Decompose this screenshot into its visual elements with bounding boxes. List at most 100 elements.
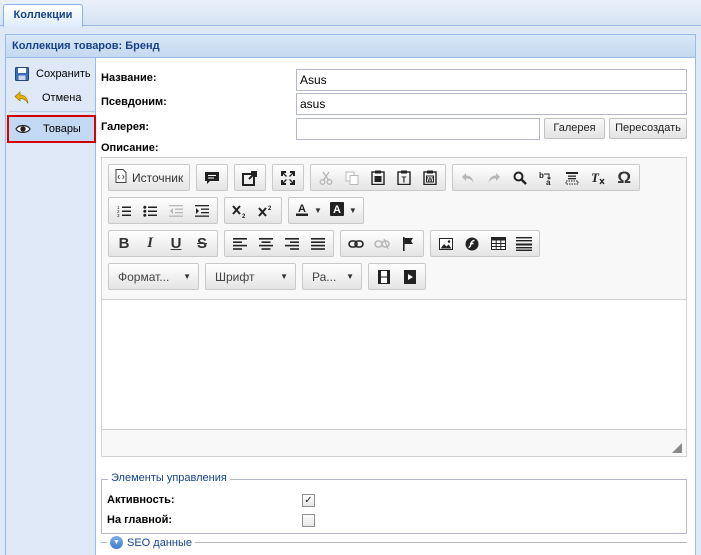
bold-icon[interactable]: B xyxy=(111,232,137,255)
toolbar-group-source: Источник xyxy=(108,164,191,191)
align-justify-icon[interactable] xyxy=(305,232,331,255)
undo-icon[interactable] xyxy=(455,166,481,189)
size-label: Ра... xyxy=(312,269,337,284)
sidebar-divider xyxy=(9,111,95,112)
bulleted-list-icon[interactable] xyxy=(137,199,163,222)
strikethrough-icon[interactable]: S xyxy=(189,232,215,255)
resize-handle-icon[interactable] xyxy=(672,442,682,453)
numbered-list-icon[interactable]: 123 xyxy=(111,199,137,222)
font-dropdown[interactable]: Шрифт ▼ xyxy=(205,263,296,290)
svg-text:A: A xyxy=(298,203,306,215)
home-label: На главной: xyxy=(107,514,173,526)
products-label: Товары xyxy=(43,123,81,135)
gallery-label: Галерея: xyxy=(101,121,150,133)
source-button[interactable]: Источник xyxy=(111,166,187,189)
toolbar-group-align xyxy=(224,230,334,257)
controls-legend: Элементы управления xyxy=(108,472,230,484)
svg-text:T: T xyxy=(402,176,407,185)
svg-text:2: 2 xyxy=(242,214,246,218)
toolbar-group-history: ba T Ω xyxy=(452,164,641,191)
panel-title: Коллекция товаров: Бренд xyxy=(5,34,696,58)
cancel-button[interactable]: Отмена xyxy=(11,87,97,109)
alias-input[interactable]: asus xyxy=(296,93,687,115)
align-center-icon[interactable] xyxy=(253,232,279,255)
image-icon[interactable] xyxy=(433,232,459,255)
undo-arrow-icon xyxy=(14,90,30,106)
source-label: Источник xyxy=(132,170,184,185)
svg-text:3: 3 xyxy=(117,213,120,218)
unlink-icon[interactable] xyxy=(369,232,395,255)
save-button[interactable]: Сохранить xyxy=(11,63,97,85)
paste-icon[interactable] xyxy=(365,166,391,189)
svg-text:b: b xyxy=(539,171,544,180)
background-color-button[interactable]: A ▼ xyxy=(326,199,361,222)
comment-icon[interactable] xyxy=(199,166,225,189)
home-checkbox[interactable] xyxy=(302,514,315,527)
products-button[interactable]: Товары xyxy=(7,115,96,143)
outdent-icon[interactable] xyxy=(163,199,189,222)
copy-icon[interactable] xyxy=(339,166,365,189)
special-char-icon[interactable]: Ω xyxy=(611,166,637,189)
maximize-icon[interactable] xyxy=(275,166,301,189)
paste-text-icon[interactable]: T xyxy=(391,166,417,189)
redo-icon[interactable] xyxy=(481,166,507,189)
underline-icon[interactable]: U xyxy=(163,232,189,255)
cut-icon[interactable] xyxy=(313,166,339,189)
align-left-icon[interactable] xyxy=(227,232,253,255)
italic-icon[interactable]: I xyxy=(137,232,163,255)
select-all-icon[interactable] xyxy=(559,166,585,189)
text-color-button[interactable]: A ▼ xyxy=(291,199,326,222)
editor-content-area[interactable] xyxy=(102,299,686,430)
active-checkbox[interactable]: ✓ xyxy=(302,494,315,507)
video-film-icon[interactable] xyxy=(371,265,397,288)
svg-text:W: W xyxy=(427,178,433,184)
save-label: Сохранить xyxy=(36,68,91,80)
toolbar-group-insert xyxy=(430,230,540,257)
toolbar-group-maximize xyxy=(272,164,305,191)
video-play-icon[interactable] xyxy=(397,265,423,288)
remove-format-icon[interactable]: T xyxy=(585,166,611,189)
toolbar-group-media xyxy=(368,263,426,290)
anchor-flag-icon[interactable] xyxy=(395,232,421,255)
subscript-icon[interactable]: 2 xyxy=(227,199,253,222)
link-icon[interactable] xyxy=(343,232,369,255)
replace-icon[interactable]: ba xyxy=(533,166,559,189)
find-icon[interactable] xyxy=(507,166,533,189)
toolbar-group-links xyxy=(340,230,424,257)
expand-toggle-icon[interactable]: ▼ xyxy=(110,536,123,549)
size-dropdown[interactable]: Ра... ▼ xyxy=(302,263,362,290)
tab-gap xyxy=(0,27,701,34)
paste-word-icon[interactable]: W xyxy=(417,166,443,189)
format-dropdown[interactable]: Формат... ▼ xyxy=(108,263,199,290)
toolbar-row-3: B I U S xyxy=(108,230,540,257)
table-icon[interactable] xyxy=(485,232,511,255)
format-label: Формат... xyxy=(118,269,170,284)
new-window-icon[interactable] xyxy=(237,166,263,189)
chevron-down-icon: ▼ xyxy=(280,272,288,281)
svg-text:A: A xyxy=(333,204,341,216)
cancel-label: Отмена xyxy=(42,92,82,104)
eye-icon xyxy=(15,121,31,137)
indent-icon[interactable] xyxy=(189,199,215,222)
seo-fieldset: ▼ SEO данные xyxy=(101,536,687,555)
toolbar-group-comment xyxy=(196,164,229,191)
gallery-button[interactable]: Галерея xyxy=(544,118,605,139)
floppy-disk-icon xyxy=(14,66,30,82)
recreate-button[interactable]: Пересоздать xyxy=(609,118,687,139)
sidebar: Сохранить Отмена Товары xyxy=(5,58,96,555)
controls-fieldset: Элементы управления Активность: ✓ На гла… xyxy=(101,472,687,534)
rich-text-editor: Источник T W b a T Ω 1 2 3 2 2 A ▼ A ▼ B… xyxy=(101,157,687,457)
gallery-input[interactable] xyxy=(296,118,540,140)
superscript-icon[interactable]: 2 xyxy=(253,199,279,222)
align-right-icon[interactable] xyxy=(279,232,305,255)
toolbar-group-colors: A ▼ A ▼ xyxy=(288,197,364,224)
toolbar-group-clipboard: T W xyxy=(310,164,447,191)
horizontal-rule-icon[interactable] xyxy=(511,232,537,255)
svg-text:T: T xyxy=(591,171,600,185)
toolbar-group-popout xyxy=(234,164,267,191)
flash-icon[interactable] xyxy=(459,232,485,255)
chevron-down-icon: ▼ xyxy=(346,272,354,281)
name-input[interactable]: Asus xyxy=(296,69,687,91)
tab-collections[interactable]: Коллекции xyxy=(3,4,83,27)
name-label: Название: xyxy=(101,72,157,84)
